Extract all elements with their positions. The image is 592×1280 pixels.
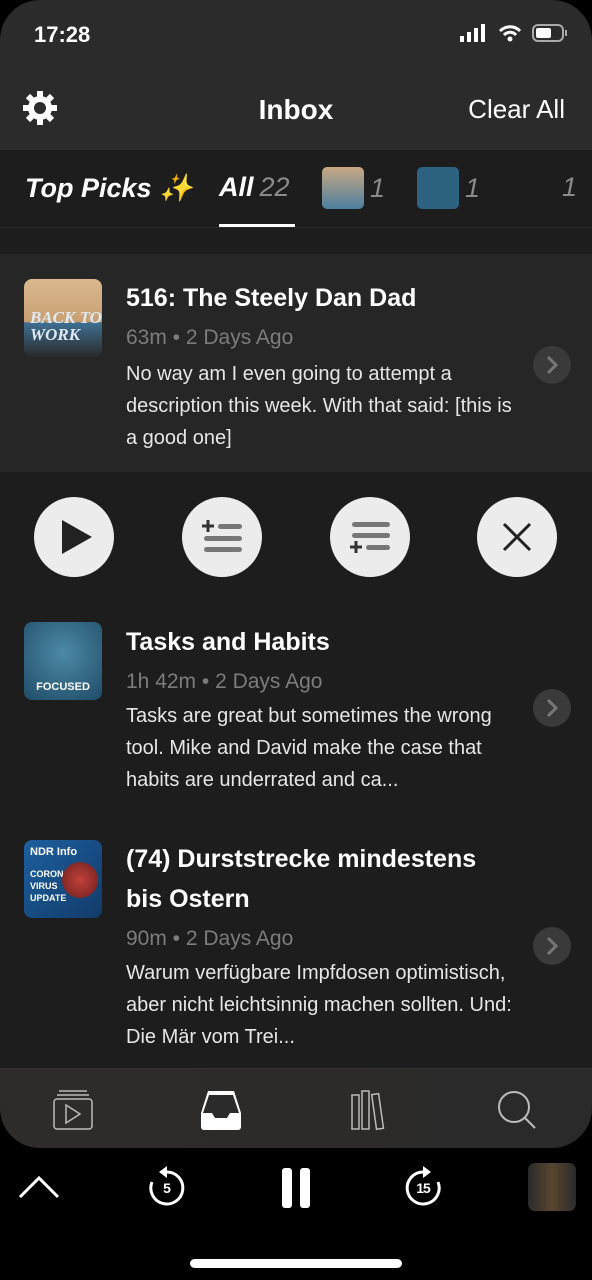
episode-description: Tasks are great but sometimes the wrong … — [126, 705, 492, 791]
queue-top-icon — [202, 520, 242, 552]
library-tab-icon[interactable] — [350, 1089, 390, 1131]
spacer — [0, 228, 592, 254]
tab-more[interactable]: 1 — [562, 172, 577, 203]
header: 17:28 Inbox Clear All — [0, 0, 592, 150]
chevron-up-icon[interactable] — [18, 1175, 60, 1199]
podcast-artwork: NDR Info CORONA VIRUS UPDATE — [24, 840, 102, 918]
status-icons — [460, 24, 568, 42]
search-tab-icon[interactable] — [496, 1089, 538, 1131]
tab-count: 1 — [370, 172, 386, 203]
episode-row[interactable]: BACK TO WORK 516: The Steely Dan Dad 63m… — [0, 254, 592, 472]
episode-description: No way am I even going to attempt a desc… — [126, 363, 512, 449]
signal-icon — [460, 24, 485, 42]
clear-all-button[interactable]: Clear All — [468, 94, 565, 125]
artwork-text: CORONA VIRUS UPDATE — [30, 869, 70, 903]
play-last-button[interactable] — [330, 497, 410, 577]
tab-top-picks[interactable]: Top Picks ✨ — [25, 172, 193, 204]
now-playing-tab-icon[interactable] — [53, 1089, 93, 1131]
play-next-button[interactable] — [182, 497, 262, 577]
episode-meta: 90m • 2 Days Ago — [126, 927, 294, 950]
pause-icon[interactable] — [281, 1168, 311, 1208]
episode-title: 516: The Steely Dan Dad — [126, 284, 417, 312]
episode-meta: 63m • 2 Days Ago — [126, 326, 294, 349]
archive-button[interactable] — [477, 497, 557, 577]
episode-row[interactable]: FOCUSED Tasks and Habits 1h 42m • 2 Days… — [0, 602, 592, 817]
artwork-text: NDR Info — [30, 846, 78, 858]
chevron-right-icon[interactable] — [533, 346, 571, 384]
episode-meta: 1h 42m • 2 Days Ago — [126, 670, 323, 693]
status-time: 17:28 — [34, 22, 91, 47]
play-button[interactable] — [34, 497, 114, 577]
active-tab-indicator — [219, 224, 295, 227]
episode-title: Tasks and Habits — [126, 628, 330, 656]
close-icon — [502, 522, 532, 552]
tab-label: Top Picks ✨ — [25, 173, 193, 203]
skip-forward-button[interactable]: 15 — [402, 1164, 444, 1208]
now-playing-artwork[interactable] — [528, 1163, 576, 1211]
artwork-text: FOCUSED — [36, 681, 90, 693]
tab-label: All — [219, 172, 254, 202]
tab-count: 22 — [259, 172, 290, 202]
battery-icon — [532, 24, 567, 42]
episode-title: (74) Durststrecke mindestens bis Ostern — [126, 845, 477, 913]
chevron-right-icon[interactable] — [533, 927, 571, 965]
artwork-text: BACK TO WORK — [30, 308, 102, 344]
queue-bottom-icon — [350, 522, 390, 553]
podcast-art-focused — [417, 167, 459, 209]
episode-row[interactable]: NDR Info CORONA VIRUS UPDATE (74) Durstst… — [0, 817, 592, 1068]
wifi-icon — [498, 25, 522, 42]
chevron-right-icon[interactable] — [533, 689, 571, 727]
skip-forward-seconds: 15 — [416, 1180, 431, 1196]
podcast-artwork: BACK TO WORK — [24, 279, 102, 357]
home-indicator — [190, 1259, 402, 1268]
play-icon — [62, 520, 92, 554]
skip-back-seconds: 5 — [163, 1180, 171, 1196]
tab-all[interactable]: All 22 — [219, 172, 290, 203]
episode-actions — [0, 472, 592, 602]
tab-count: 1 — [465, 172, 481, 203]
tab-back-to-work[interactable]: 1 — [322, 167, 385, 209]
tab-focused[interactable]: 1 — [417, 167, 480, 209]
podcast-art-back-to-work — [322, 167, 364, 209]
filter-tabs: Top Picks ✨ All 22 1 1 1 — [0, 150, 592, 228]
inbox-tab-icon[interactable] — [200, 1089, 242, 1131]
podcast-artwork: FOCUSED — [24, 622, 102, 700]
skip-back-button[interactable]: 5 — [146, 1164, 188, 1208]
tab-count: 1 — [562, 172, 578, 202]
tab-bar — [0, 1068, 592, 1148]
episode-description: Warum verfügbare Impfdosen optimistisch,… — [126, 962, 512, 1048]
